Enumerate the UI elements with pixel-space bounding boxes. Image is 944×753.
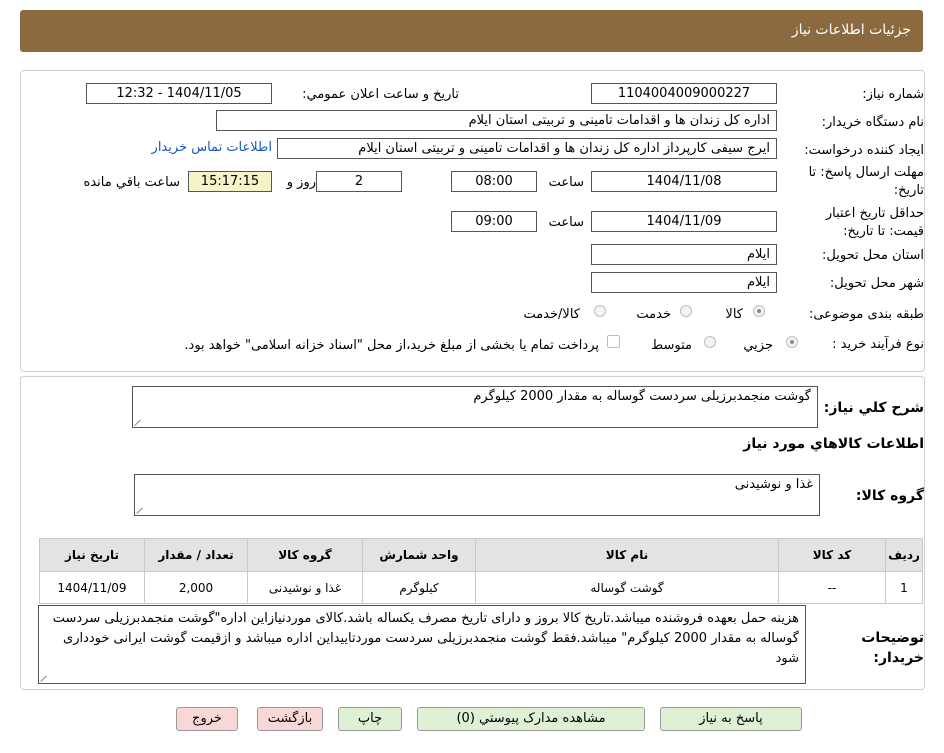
col-need-date: تاريخ نياز	[39, 538, 145, 572]
cell-quantity: 2,000	[144, 571, 248, 604]
category-label: طبقه بندی موضوعی:	[808, 307, 924, 322]
resize-handle-icon[interactable]	[135, 418, 143, 426]
requester-field: ایرج سیفی کارپرداز اداره کل زندان ها و ا…	[277, 138, 777, 159]
goods-group-label: گروه کالا:	[855, 488, 924, 504]
category-option-goods-service: کالا/خدمت	[523, 307, 580, 322]
cell-item-code: --	[778, 571, 886, 604]
cell-item-name: گوشت گوساله	[475, 571, 779, 604]
cell-row-number: 1	[885, 571, 923, 604]
print-button[interactable]: چاپ	[338, 707, 402, 731]
exit-button[interactable]: خروج	[176, 707, 238, 731]
table-header-row: رديف کد کالا نام کالا واحد شمارش گروه کا…	[39, 538, 923, 572]
category-radio-goods[interactable]	[753, 305, 765, 317]
col-item-code: کد کالا	[778, 538, 886, 572]
province-label: استان محل تحويل:	[822, 248, 924, 263]
province-field: ایلام	[591, 244, 777, 265]
page-header: جزئیات اطلاعات نیاز	[20, 10, 923, 52]
buyer-org-field: اداره کل زندان ها و اقدامات تامینی و ترب…	[216, 110, 777, 131]
deadline-date-field: 1404/11/08	[591, 171, 777, 192]
category-option-service: خدمت	[636, 307, 671, 322]
requester-label: ايجاد کننده درخواست:	[804, 143, 924, 158]
deadline-time-field: 08:00	[451, 171, 537, 192]
col-unit: واحد شمارش	[362, 538, 476, 572]
goods-section-title: اطلاعات کالاهاي مورد نياز	[743, 436, 924, 452]
validity-label: حداقل تاريخ اعتبار قيمت: تا تاريخ:	[825, 206, 924, 239]
treasury-checkbox[interactable]	[607, 335, 620, 348]
city-label: شهر محل تحويل:	[829, 276, 924, 291]
notes-text: هزینه حمل بعهده فروشنده میباشد.تاریخ کال…	[52, 611, 799, 666]
purchase-option-medium: متوسط	[651, 338, 692, 353]
col-row-number: رديف	[885, 538, 923, 572]
validity-date-field: 1404/11/09	[591, 211, 777, 232]
resize-handle-icon[interactable]	[41, 674, 49, 682]
purchase-type-label: نوع فرآيند خريد :	[832, 337, 924, 352]
category-option-goods: کالا	[725, 307, 743, 322]
col-item-group: گروه کالا	[247, 538, 363, 572]
summary-text: گوشت منجمدبرزیلی سردست گوساله به مقدار 2…	[473, 389, 811, 404]
cell-item-group: غذا و نوشیدنی	[247, 571, 363, 604]
col-item-name: نام کالا	[475, 538, 779, 572]
need-number-label: شماره نیاز:	[862, 87, 924, 102]
reply-button[interactable]: پاسخ به نياز	[660, 707, 802, 731]
page-title: جزئیات اطلاعات نیاز	[791, 22, 911, 38]
payment-note: پرداخت تمام يا بخشی از مبلغ خريد،از محل …	[184, 338, 599, 353]
purchase-option-minor: جزيي	[743, 338, 773, 353]
validity-time-label: ساعت	[548, 215, 584, 230]
cell-unit: کیلوگرم	[362, 571, 476, 604]
deadline-label: مهلت ارسال پاسخ: تا تاريخ:	[808, 165, 924, 198]
remaining-time-field: 15:17:15	[188, 171, 272, 192]
deadline-time-label: ساعت	[548, 175, 584, 190]
goods-table: رديف کد کالا نام کالا واحد شمارش گروه کا…	[39, 538, 923, 604]
days-field: 2	[316, 171, 402, 192]
need-number-field: 1104004009000227	[591, 83, 777, 104]
city-field: ایلام	[591, 272, 777, 293]
notes-textarea: هزینه حمل بعهده فروشنده میباشد.تاریخ کال…	[38, 605, 806, 684]
category-radio-service[interactable]	[680, 305, 692, 317]
table-row: 1 -- گوشت گوساله کیلوگرم غذا و نوشیدنی 2…	[39, 571, 923, 604]
purchase-radio-medium[interactable]	[704, 336, 716, 348]
buyer-contact-link[interactable]: اطلاعات تماس خريدار	[152, 140, 272, 155]
purchase-radio-minor[interactable]	[786, 336, 798, 348]
goods-group-textarea: غذا و نوشیدنی	[134, 474, 820, 516]
summary-label: شرح کلي نياز:	[823, 400, 924, 416]
back-button[interactable]: بازگشت	[257, 707, 323, 731]
category-radio-goods-service[interactable]	[594, 305, 606, 317]
summary-textarea: گوشت منجمدبرزیلی سردست گوساله به مقدار 2…	[132, 386, 818, 428]
validity-time-field: 09:00	[451, 211, 537, 232]
remaining-label: ساعت باقي مانده	[83, 175, 180, 190]
days-label: روز و	[286, 175, 316, 190]
cell-need-date: 1404/11/09	[39, 571, 145, 604]
announce-field: 1404/11/05 - 12:32	[86, 83, 272, 104]
col-quantity: تعداد / مقدار	[144, 538, 248, 572]
view-attachments-button[interactable]: مشاهده مدارک پيوستي (0)	[417, 707, 645, 731]
resize-handle-icon[interactable]	[137, 506, 145, 514]
notes-label: توضيحات خريدار:	[861, 630, 924, 666]
announce-label: تاریخ و ساعت اعلان عمومي:	[302, 87, 459, 102]
buyer-org-label: نام دستگاه خريدار:	[821, 115, 924, 130]
goods-group-text: غذا و نوشیدنی	[734, 477, 813, 492]
